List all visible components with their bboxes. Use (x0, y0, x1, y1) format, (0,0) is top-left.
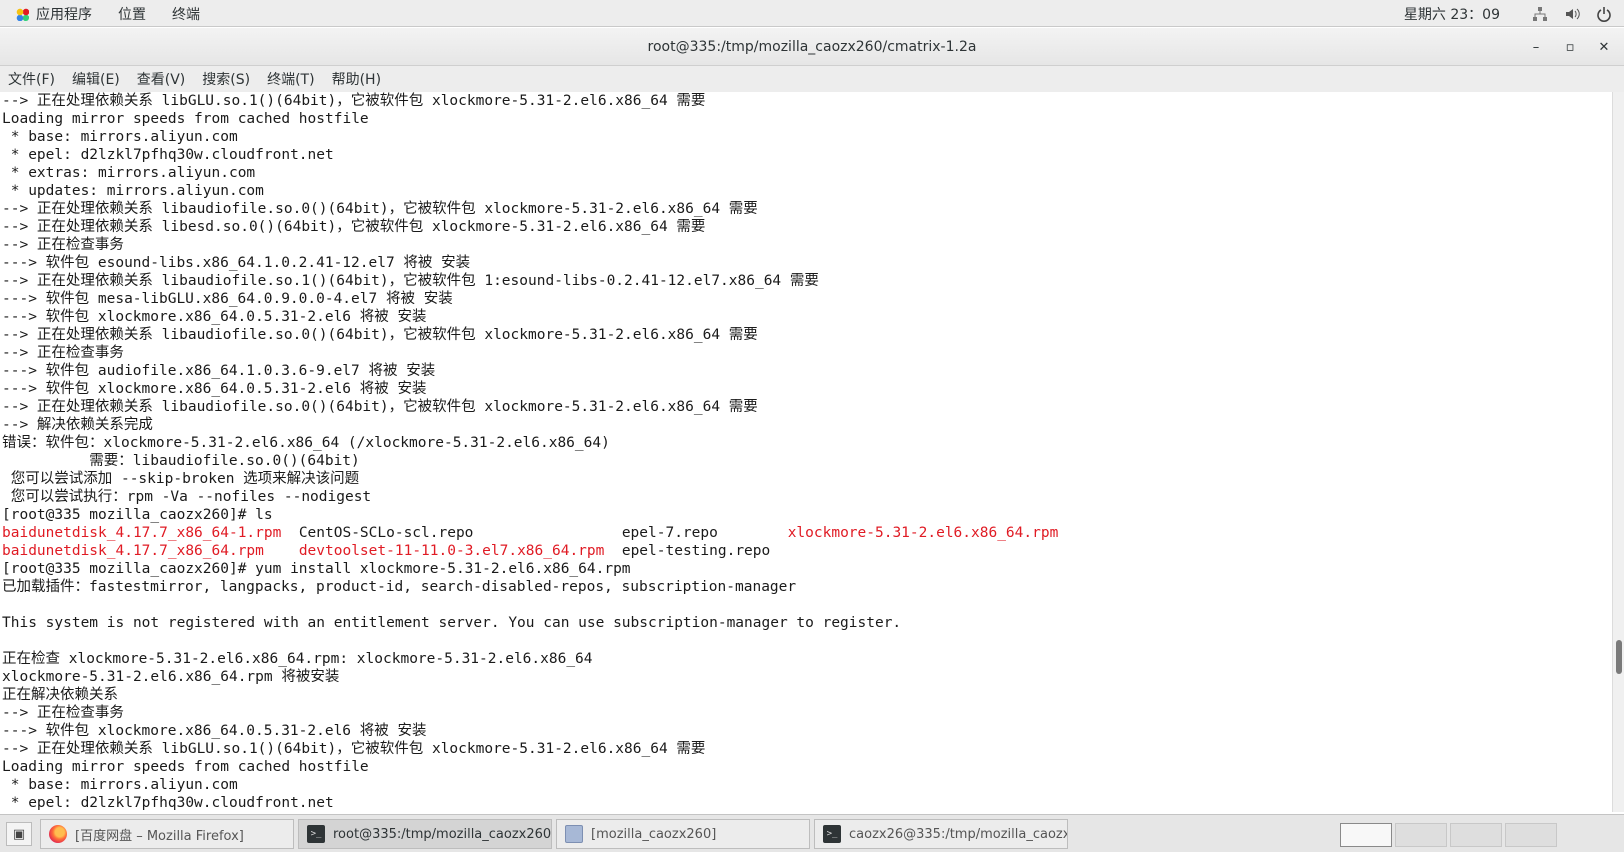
terminal-app-menu[interactable]: 终端 (164, 0, 208, 27)
terminal-icon: >_ (823, 825, 841, 843)
terminal-line: * epel: d2lzkl7pfhq30w.cloudfront.net (2, 795, 334, 811)
ls-file-rpm: devtoolset-11-11.0-3.el7.x86_64.rpm (298, 543, 605, 559)
ls-output-row: baidunetdisk_4.17.7_x86_64.rpm devtoolse… (0, 542, 1612, 560)
taskbar-item-file-manager[interactable]: [mozilla_caozx260] (556, 819, 810, 849)
terminal-line: [root@335 mozilla_caozx260]# yum install… (2, 561, 631, 577)
terminal-line: ---> 软件包 esound-libs.x86_64.1.0.2.41-12.… (2, 255, 471, 271)
terminal-line: 需要：libaudiofile.so.0()(64bit) (2, 453, 360, 469)
terminal-line: * base: mirrors.aliyun.com (2, 129, 238, 145)
network-icon[interactable] (1530, 5, 1550, 23)
firefox-icon (49, 825, 67, 843)
terminal-line: --> 正在检查事务 (2, 237, 124, 253)
taskbar-item-label: root@335:/tmp/mozilla_caozx260/… (333, 826, 552, 842)
minimize-button[interactable]: – (1526, 37, 1546, 57)
workspace-3[interactable] (1450, 823, 1502, 847)
terminal-line: --> 正在检查事务 (2, 345, 124, 361)
workspace-4[interactable] (1505, 823, 1557, 847)
taskbar: ▣ [百度网盘 – Mozilla Firefox] >_ root@335:/… (0, 814, 1624, 852)
terminal-line: xlockmore-5.31-2.el6.x86_64.rpm 将被安装 (2, 669, 340, 685)
places-label: 位置 (118, 6, 146, 23)
clock[interactable]: 星期六 23：09 (1404, 4, 1500, 24)
taskbar-item-terminal-2[interactable]: >_ caozx26@335:/tmp/mozilla_caozx… (814, 819, 1068, 849)
terminal-line: * extras: mirrors.aliyun.com (2, 165, 256, 181)
taskbar-item-firefox[interactable]: [百度网盘 – Mozilla Firefox] (40, 819, 294, 849)
terminal-line: 您可以尝试执行：rpm -Va --nofiles --nodigest (2, 489, 372, 505)
terminal-scrollbar[interactable] (1612, 92, 1624, 812)
places-menu[interactable]: 位置 (110, 0, 154, 27)
taskbar-item-label: caozx26@335:/tmp/mozilla_caozx… (849, 826, 1068, 842)
workspace-2[interactable] (1395, 823, 1447, 847)
terminal-line: * base: mirrors.aliyun.com (2, 777, 238, 793)
terminal-line: 正在解决依赖关系 (2, 687, 118, 703)
show-desktop-icon: ▣ (12, 826, 26, 842)
terminal-app-label: 终端 (172, 6, 200, 23)
terminal-line: --> 正在处理依赖关系 libGLU.so.1()(64bit)，它被软件包 … (2, 93, 706, 109)
terminal-icon: >_ (307, 825, 325, 843)
workspace-1[interactable] (1340, 823, 1392, 847)
volume-icon[interactable] (1562, 5, 1582, 23)
menu-terminal[interactable]: 终端(T) (261, 69, 320, 89)
menu-help[interactable]: 帮助(H) (326, 69, 387, 89)
terminal-output[interactable]: --> 正在处理依赖关系 libGLU.so.1()(64bit)，它被软件包 … (0, 92, 1612, 812)
ls-file-plain: epel-testing.repo (604, 543, 771, 559)
terminal-line: --> 正在处理依赖关系 libGLU.so.1()(64bit)，它被软件包 … (2, 741, 706, 757)
terminal-line: 正在检查 xlockmore-5.31-2.el6.x86_64.rpm: xl… (2, 651, 593, 667)
terminal-line: * epel: d2lzkl7pfhq30w.cloudfront.net (2, 147, 334, 163)
applications-label: 应用程序 (36, 6, 92, 23)
taskbar-item-terminal-active[interactable]: >_ root@335:/tmp/mozilla_caozx260/… (298, 819, 552, 849)
ls-spacer (264, 543, 299, 559)
maximize-button[interactable]: ▫ (1560, 37, 1580, 57)
applications-menu[interactable]: 应用程序 (6, 0, 100, 27)
terminal-line: Loading mirror speeds from cached hostfi… (2, 759, 369, 775)
ls-file-rpm: baidunetdisk_4.17.7_x86_64.rpm (2, 543, 264, 559)
menubar: 文件(F) 编辑(E) 查看(V) 搜索(S) 终端(T) 帮助(H) (0, 66, 1624, 92)
menu-search[interactable]: 搜索(S) (196, 69, 256, 89)
terminal-line: --> 正在处理依赖关系 libesd.so.0()(64bit)，它被软件包 … (2, 219, 706, 235)
scrollbar-thumb[interactable] (1616, 640, 1622, 674)
ls-file-rpm: baidunetdisk_4.17.7_x86_64-1.rpm (2, 525, 282, 541)
terminal-line: ---> 软件包 audiofile.x86_64.1.0.3.6-9.el7 … (2, 363, 436, 379)
menu-edit[interactable]: 编辑(E) (66, 69, 126, 89)
terminal-line: This system is not registered with an en… (2, 615, 902, 631)
window-titlebar[interactable]: root@335:/tmp/mozilla_caozx260/cmatrix-1… (0, 28, 1624, 66)
terminal-line: * updates: mirrors.aliyun.com (2, 183, 264, 199)
ls-file-plain: CentOS-SCLo-scl.repo epel-7.repo (281, 525, 788, 541)
terminal-line: 您可以尝试添加 --skip-broken 选项来解决该问题 (2, 471, 360, 487)
terminal-line: --> 正在处理依赖关系 libaudiofile.so.0()(64bit)，… (2, 399, 758, 415)
terminal-line: --> 正在处理依赖关系 libaudiofile.so.0()(64bit)，… (2, 201, 758, 217)
ls-file-rpm: xlockmore-5.31-2.el6.x86_64.rpm (787, 525, 1059, 541)
terminal-line: 错误：软件包：xlockmore-5.31-2.el6.x86_64 (/xlo… (2, 435, 610, 451)
terminal-line: 已加载插件：fastestmirror, langpacks, product-… (2, 579, 797, 595)
folder-icon (565, 825, 583, 843)
ls-output-row: baidunetdisk_4.17.7_x86_64-1.rpm CentOS-… (0, 524, 1612, 542)
window-title: root@335:/tmp/mozilla_caozx260/cmatrix-1… (647, 39, 977, 55)
top-panel: 应用程序 位置 终端 星期六 23：09 (0, 0, 1624, 27)
terminal-line: ---> 软件包 xlockmore.x86_64.0.5.31-2.el6 将… (2, 381, 427, 397)
terminal-line: --> 解决依赖关系完成 (2, 417, 153, 433)
terminal-line: ---> 软件包 mesa-libGLU.x86_64.0.9.0.0-4.el… (2, 291, 453, 307)
taskbar-item-label: [mozilla_caozx260] (591, 826, 717, 842)
terminal-line: ---> 软件包 xlockmore.x86_64.0.5.31-2.el6 将… (2, 723, 427, 739)
terminal-line: --> 正在处理依赖关系 libaudiofile.so.1()(64bit)，… (2, 273, 819, 289)
terminal-line: ---> 软件包 xlockmore.x86_64.0.5.31-2.el6 将… (2, 309, 427, 325)
terminal-line: --> 正在处理依赖关系 libaudiofile.so.0()(64bit)，… (2, 327, 758, 343)
close-button[interactable]: ✕ (1594, 37, 1614, 57)
show-desktop-button[interactable]: ▣ (6, 822, 32, 846)
terminal-line: [root@335 mozilla_caozx260]# ls (2, 507, 273, 523)
terminal-line: --> 正在检查事务 (2, 705, 124, 721)
menu-file[interactable]: 文件(F) (2, 69, 61, 89)
power-icon[interactable] (1594, 5, 1614, 23)
taskbar-item-label: [百度网盘 – Mozilla Firefox] (75, 828, 244, 844)
applications-icon (14, 6, 30, 22)
menu-view[interactable]: 查看(V) (131, 69, 192, 89)
terminal-line: Loading mirror speeds from cached hostfi… (2, 111, 369, 127)
